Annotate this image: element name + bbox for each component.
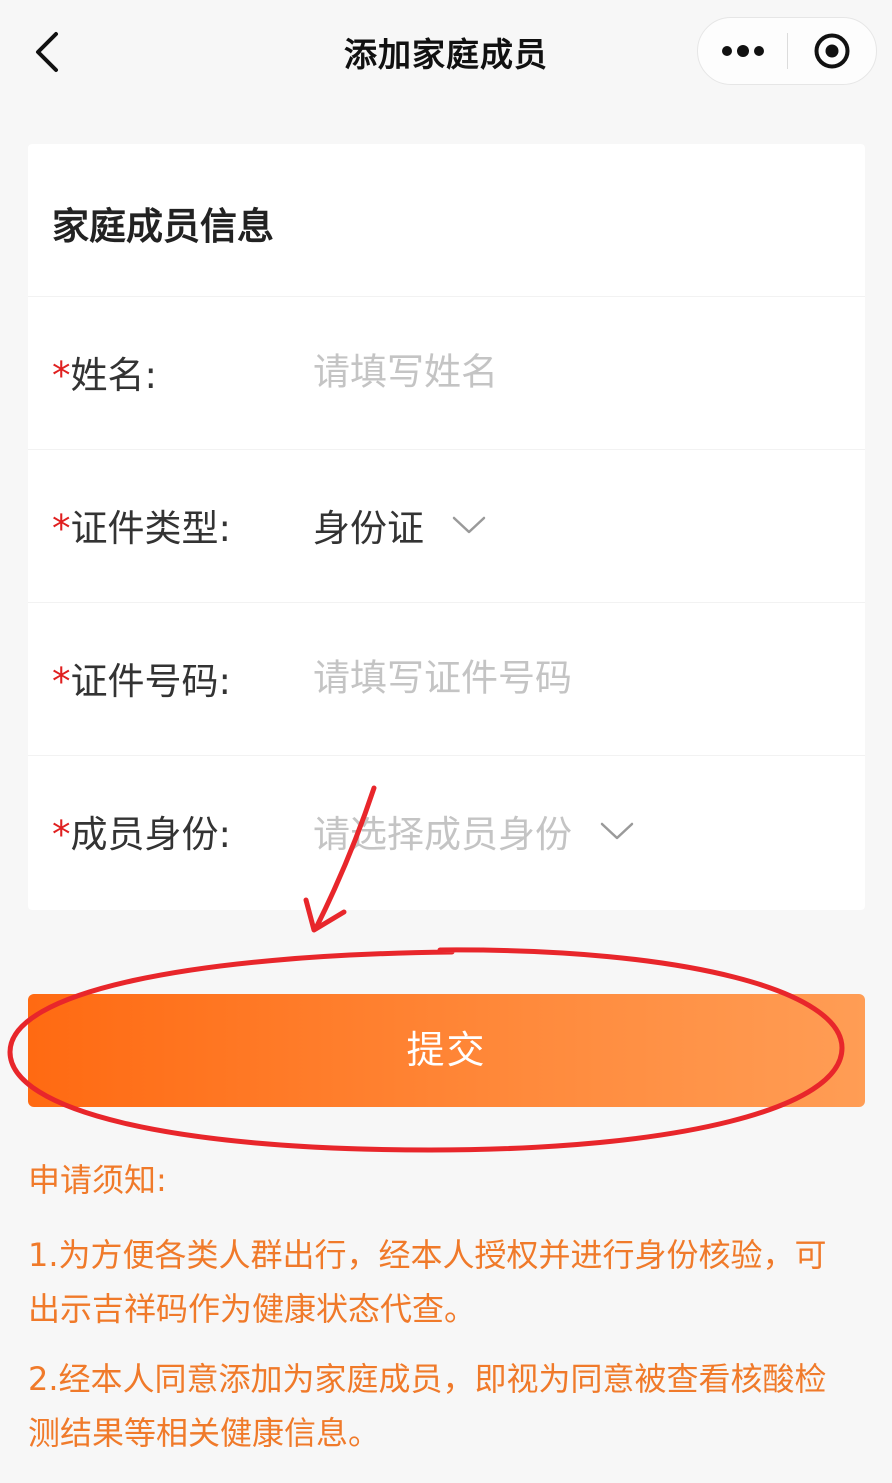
name-field[interactable] [313,350,773,394]
required-mark: * [52,660,71,703]
id-type-label: *证件类型: [52,507,231,550]
id-number-input[interactable] [313,656,773,700]
more-button[interactable] [698,18,787,84]
id-type-select[interactable]: 身份证 [313,498,486,552]
name-label: *姓名: [52,354,157,397]
member-role-select[interactable]: 请选择成员身份 [313,804,634,858]
target-circle-icon [814,33,850,69]
nav-bar: 添加家庭成员 [0,0,892,104]
submit-button[interactable]: 提交 [28,994,865,1107]
form-row-id-number: *证件号码: [28,602,865,754]
member-role-label: *成员身份: [52,813,231,856]
notice-title: 申请须知: [28,1161,167,1199]
row-divider [28,602,865,603]
mini-program-capsule [697,17,877,85]
id-number-field[interactable] [313,656,773,700]
more-dots-icon [721,45,764,57]
application-notice: 申请须知: 1.为方便各类人群出行，经本人授权并进行身份核验，可出示吉祥码作为健… [28,1158,858,1476]
page: 添加家庭成员 家庭成员信息 *姓名: 请填写姓名 *证件类型: 身份证 *证件号… [0,0,892,1483]
member-role-placeholder: 请选择成员身份 [313,813,572,856]
row-divider [28,296,865,297]
family-member-form-card: 家庭成员信息 *姓名: *证件类型: 身份证 *证件号码: [28,144,865,910]
required-mark: * [52,813,71,856]
close-mini-program-button[interactable] [788,18,876,84]
id-type-value: 身份证 [313,507,424,550]
row-divider [28,755,865,756]
chevron-down-icon [600,821,634,841]
chevron-down-icon [452,515,486,535]
notice-item: 1.为方便各类人群出行，经本人授权并进行身份核验，可出示吉祥码作为健康状态代查。 [28,1236,827,1328]
card-title: 家庭成员信息 [52,205,274,248]
required-mark: * [52,354,71,397]
notice-item: 2.经本人同意添加为家庭成员，即视为同意被查看核酸检测结果等相关健康信息。 [28,1360,827,1452]
required-mark: * [52,507,71,550]
form-row-name: *姓名: [28,296,865,448]
row-divider [28,449,865,450]
id-number-label: *证件号码: [52,660,231,703]
form-row-id-type: *证件类型: 身份证 [28,449,865,601]
form-row-member-role: *成员身份: 请选择成员身份 [28,755,865,907]
name-input[interactable] [313,350,773,394]
